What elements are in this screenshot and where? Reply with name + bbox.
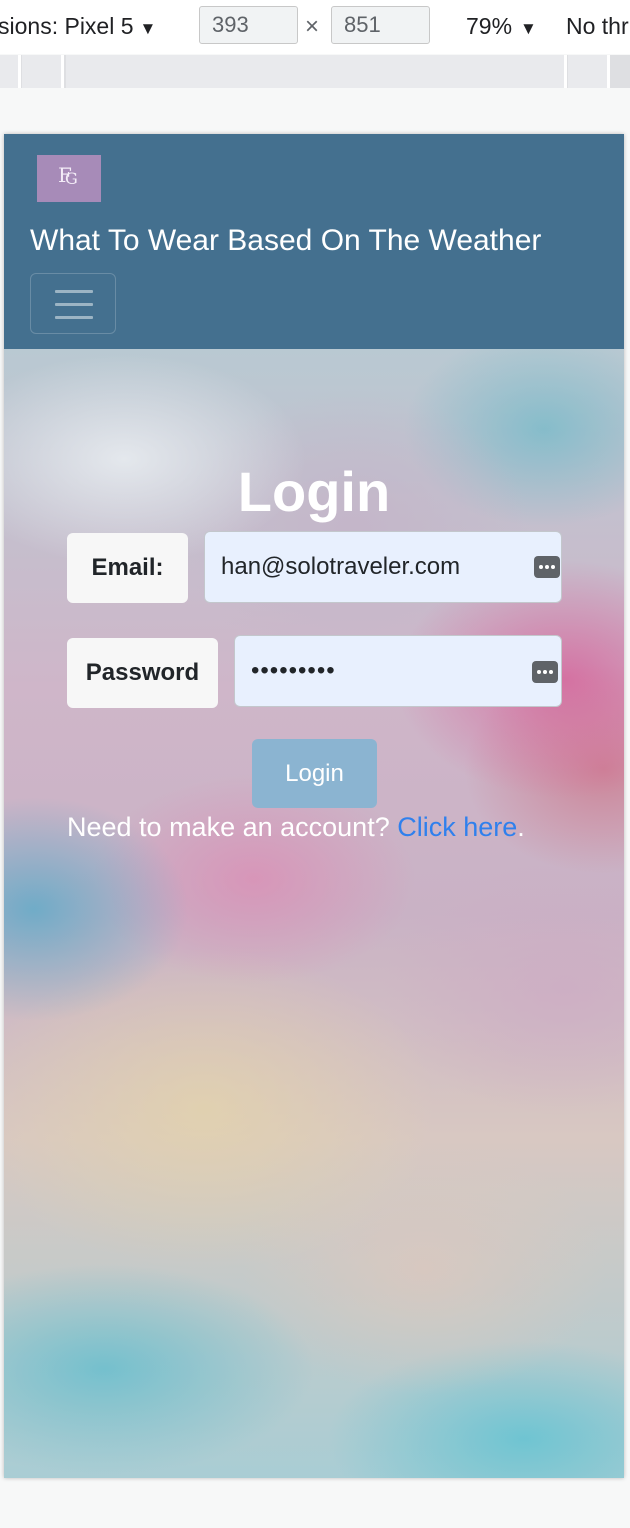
device-selector-label: sions: Pixel 5 (0, 13, 134, 39)
page-title: Login (237, 460, 391, 523)
signup-link[interactable]: Click here (397, 812, 517, 842)
caret-down-icon: ▼ (139, 19, 157, 38)
ruler-segment[interactable] (66, 55, 564, 88)
ruler-segment[interactable] (568, 55, 607, 88)
signup-prompt: Need to make an account? Click here. (67, 812, 525, 843)
ruler-divider (61, 55, 64, 88)
ruler-divider (18, 55, 21, 88)
media-query-ruler (0, 55, 630, 88)
dimension-separator: × (305, 13, 320, 40)
ruler-segment[interactable] (0, 55, 18, 88)
devtools-device-toolbar: sions: Pixel 5 ▼ 393 × 851 79% ▼ No thr (0, 0, 630, 54)
signup-prompt-end: . (517, 812, 525, 842)
device-viewport: F G What To Wear Based On The Weather Lo… (4, 134, 624, 1478)
site-logo[interactable]: F G (37, 155, 101, 202)
login-button[interactable]: Login (252, 739, 377, 808)
logo-monogram: F G (58, 163, 78, 188)
hamburger-icon (55, 316, 93, 319)
email-label: Email: (67, 533, 188, 603)
navbar-toggle-button[interactable] (30, 273, 116, 334)
site-navbar: F G What To Wear Based On The Weather (4, 134, 624, 349)
password-field[interactable]: ••••••••• (234, 635, 562, 707)
viewport-height-input[interactable]: 851 (331, 6, 430, 44)
device-selector[interactable]: sions: Pixel 5 ▼ (0, 13, 156, 40)
hamburger-icon (55, 303, 93, 306)
ruler-divider (607, 55, 610, 88)
site-title[interactable]: What To Wear Based On The Weather (30, 224, 541, 258)
viewport-width-input[interactable]: 393 (199, 6, 298, 44)
zoom-selector[interactable]: 79% ▼ (466, 13, 537, 40)
zoom-label: 79% (466, 13, 513, 39)
password-manager-key-icon[interactable] (532, 661, 558, 683)
throttle-selector[interactable]: No thr (566, 13, 629, 40)
password-label: Password (67, 638, 218, 708)
password-manager-key-icon[interactable] (534, 556, 560, 578)
email-field[interactable]: han@solotraveler.com (204, 531, 562, 603)
hamburger-icon (55, 290, 93, 293)
ruler-segment[interactable] (22, 55, 61, 88)
signup-prompt-text: Need to make an account? (67, 812, 398, 842)
caret-down-icon: ▼ (520, 19, 537, 38)
ruler-divider (564, 55, 567, 88)
